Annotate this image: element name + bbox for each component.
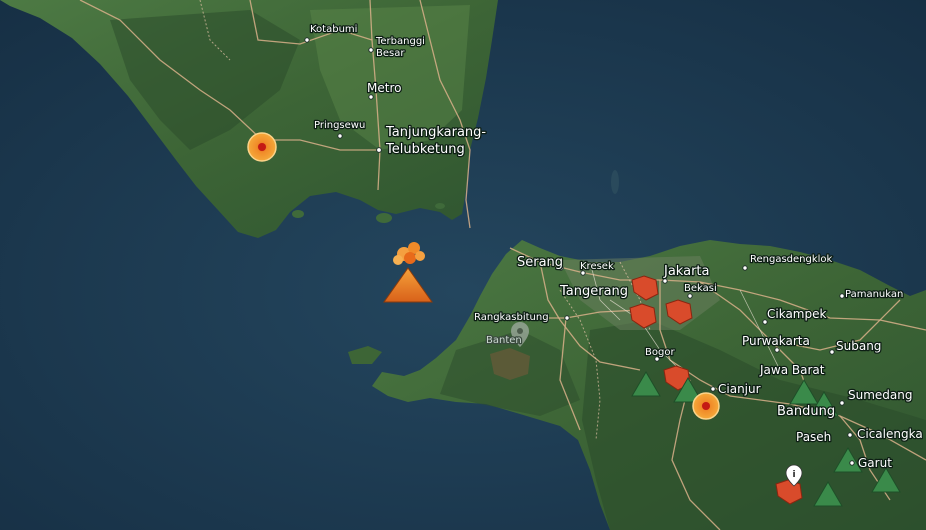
- place-label-bandung[interactable]: Bandung: [776, 403, 837, 421]
- place-label-pringsewu[interactable]: Pringsewu: [313, 119, 367, 133]
- info-icon: i: [792, 470, 795, 480]
- place-label-bekasi[interactable]: Bekasi: [683, 282, 718, 296]
- place-label-cicalengka[interactable]: Cicalengka: [856, 426, 924, 443]
- place-label-cianjur[interactable]: Cianjur: [717, 381, 762, 398]
- place-label-terbanggi[interactable]: Terbanggi: [374, 35, 427, 49]
- place-label-serang[interactable]: Serang: [516, 254, 565, 272]
- place-label-cikampek[interactable]: Cikampek: [766, 306, 828, 323]
- place-label-rangkasbitung[interactable]: Rangkasbitung: [473, 311, 550, 325]
- place-label-pamanukan[interactable]: Pamanukan: [844, 288, 905, 302]
- place-label-garut[interactable]: Garut: [857, 455, 894, 472]
- earthquake-center: [702, 402, 710, 410]
- earthquake-center: [258, 143, 266, 151]
- place-label-bogor[interactable]: Bogor: [644, 346, 677, 360]
- earthquake-marker-lampung[interactable]: [247, 132, 277, 162]
- earthquake-marker-cianjur[interactable]: [692, 392, 720, 420]
- place-label-subang[interactable]: Subang: [835, 338, 883, 355]
- place-label-kotabumi[interactable]: Kotabumi: [309, 23, 359, 37]
- place-label-banten[interactable]: Banten: [485, 334, 523, 348]
- island-small-1: [292, 210, 304, 218]
- place-label-metro[interactable]: Metro: [366, 80, 403, 97]
- island-sebesi: [376, 213, 392, 223]
- place-label-kresek[interactable]: Kresek: [579, 260, 616, 274]
- island-thousand: [611, 170, 619, 194]
- place-label-besar[interactable]: Besar: [375, 47, 407, 61]
- island-small-2: [435, 203, 445, 209]
- location-pin-dot: [517, 328, 523, 334]
- eruption-cloud-icon: [404, 252, 416, 264]
- eruption-cloud-icon: [415, 251, 425, 261]
- place-label-tanjungkarang[interactable]: Tanjungkarang-: [384, 124, 488, 142]
- eruption-cloud-icon: [393, 255, 403, 265]
- place-label-tangerang[interactable]: Tangerang: [558, 283, 630, 301]
- map-canvas[interactable]: i Kotabumi Terbanggi Besar Metro Pringse…: [0, 0, 926, 530]
- place-label-jakarta[interactable]: Jakarta: [662, 263, 711, 281]
- place-label-jawabarat[interactable]: Jawa Barat: [758, 362, 826, 379]
- place-label-sumedang[interactable]: Sumedang: [847, 387, 914, 404]
- place-label-paseh[interactable]: Paseh: [795, 429, 833, 446]
- place-label-purwakarta[interactable]: Purwakarta: [741, 333, 811, 350]
- place-label-rengasdengklok[interactable]: Rengasdengklok: [749, 253, 834, 267]
- place-label-telubketung[interactable]: Telubketung: [384, 141, 466, 159]
